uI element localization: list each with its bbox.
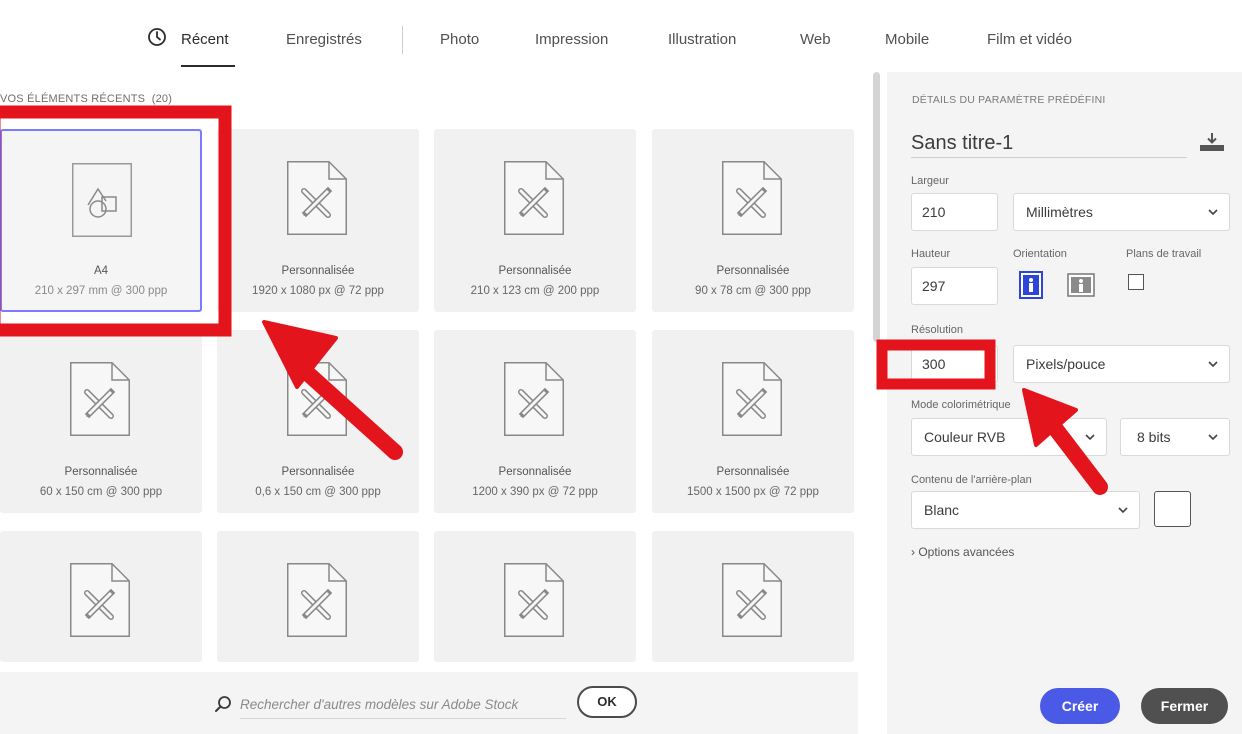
background-label: Contenu de l'arrière-plan — [911, 474, 1032, 486]
width-unit-select[interactable]: Millimètres — [1013, 193, 1230, 231]
landscape-orientation-icon[interactable] — [1067, 271, 1095, 299]
document-custom-icon — [722, 563, 782, 637]
recent-item-label: Personnalisée — [498, 466, 572, 478]
document-custom-icon — [504, 563, 564, 637]
recent-item-card[interactable]: Personnalisée 1500 x 1500 px @ 72 ppp — [652, 330, 854, 513]
recent-item-card[interactable] — [652, 531, 854, 662]
recent-item-dimensions: 0,6 x 150 cm @ 300 ppp — [255, 486, 381, 498]
recent-item-card[interactable] — [217, 531, 419, 662]
tab-film-video[interactable]: Film et vidéo — [987, 31, 1072, 48]
color-mode-select[interactable]: Couleur RVB — [911, 418, 1107, 456]
chevron-right-icon: › — [911, 545, 915, 559]
recent-item-card[interactable]: Personnalisée 1920 x 1080 px @ 72 ppp — [217, 129, 419, 312]
height-input[interactable]: 297 — [911, 267, 998, 305]
stock-search-input[interactable] — [240, 690, 566, 719]
preset-details-title: DÉTAILS DU PARAMÈTRE PRÉDÉFINI — [912, 94, 1106, 106]
tab-saved[interactable]: Enregistrés — [286, 31, 362, 48]
chevron-down-icon — [1208, 361, 1218, 368]
document-custom-icon — [70, 362, 130, 436]
active-tab-indicator — [181, 65, 235, 67]
advanced-options-toggle[interactable]: › Options avancées — [911, 545, 1014, 559]
document-custom-icon — [287, 362, 347, 436]
tab-photo[interactable]: Photo — [440, 31, 479, 48]
document-shapes-icon — [72, 163, 132, 237]
portrait-orientation-icon[interactable] — [1018, 271, 1046, 299]
recent-item-card[interactable]: A4 210 x 297 mm @ 300 ppp — [0, 129, 202, 312]
document-custom-icon — [70, 563, 130, 637]
width-unit-value: Millimètres — [1026, 204, 1093, 220]
color-mode-value: Couleur RVB — [924, 429, 1006, 445]
tab-recent[interactable]: Récent — [181, 31, 229, 48]
document-name-field[interactable] — [911, 129, 1187, 158]
recent-item-dimensions: 1500 x 1500 px @ 72 ppp — [687, 486, 819, 498]
tab-divider — [402, 26, 403, 54]
recent-item-card[interactable]: Personnalisée 90 x 78 cm @ 300 ppp — [652, 129, 854, 312]
document-custom-icon — [722, 161, 782, 235]
orientation-label: Orientation — [1013, 248, 1067, 260]
tab-print[interactable]: Impression — [535, 31, 608, 48]
scrollbar[interactable] — [873, 72, 880, 662]
recent-item-label: Personnalisée — [498, 265, 572, 277]
recent-item-label: Personnalisée — [281, 265, 355, 277]
chevron-down-icon — [1118, 507, 1128, 514]
document-custom-icon — [287, 161, 347, 235]
chevron-down-icon — [1085, 434, 1095, 441]
recent-item-label: A4 — [93, 265, 109, 277]
recent-item-card[interactable] — [434, 531, 636, 662]
resolution-unit-select[interactable]: Pixels/pouce — [1013, 345, 1230, 383]
create-button[interactable]: Créer — [1040, 688, 1120, 724]
chevron-down-icon — [1208, 209, 1218, 216]
resolution-input[interactable]: 300 — [911, 345, 998, 383]
recent-item-card[interactable]: Personnalisée 0,6 x 150 cm @ 300 ppp — [217, 330, 419, 513]
document-custom-icon — [504, 362, 564, 436]
recent-item-label: Personnalisée — [64, 466, 138, 478]
recent-items-count: (20) — [151, 93, 173, 105]
close-button[interactable]: Fermer — [1141, 688, 1228, 724]
color-mode-label: Mode colorimétrique — [911, 399, 1011, 411]
recent-item-dimensions: 210 x 297 mm @ 300 ppp — [34, 285, 168, 297]
template-tabs: Récent Enregistrés Photo Impression Illu… — [0, 0, 1242, 72]
recent-item-card[interactable] — [0, 531, 202, 662]
bit-depth-value: 8 bits — [1137, 429, 1171, 445]
recent-item-dimensions: 210 x 123 cm @ 200 ppp — [470, 285, 600, 297]
resolution-label: Résolution — [911, 324, 963, 336]
ok-button[interactable]: OK — [577, 686, 637, 718]
document-custom-icon — [504, 161, 564, 235]
tab-web[interactable]: Web — [800, 31, 831, 48]
bit-depth-select[interactable]: 8 bits — [1120, 418, 1230, 456]
document-custom-icon — [287, 563, 347, 637]
artboards-checkbox[interactable] — [1128, 274, 1144, 290]
width-label: Largeur — [911, 175, 949, 187]
tab-illustration[interactable]: Illustration — [668, 31, 736, 48]
save-preset-icon[interactable] — [1197, 131, 1227, 153]
background-value: Blanc — [924, 502, 960, 518]
tab-mobile[interactable]: Mobile — [885, 31, 929, 48]
height-label: Hauteur — [911, 248, 951, 260]
recent-item-card[interactable]: Personnalisée 60 x 150 cm @ 300 ppp — [0, 330, 202, 513]
scrollbar-thumb[interactable] — [873, 72, 880, 342]
resolution-unit-value: Pixels/pouce — [1026, 356, 1106, 372]
recent-item-dimensions: 90 x 78 cm @ 300 ppp — [695, 285, 811, 297]
clock-icon — [148, 28, 166, 46]
document-custom-icon — [722, 362, 782, 436]
background-color-swatch[interactable] — [1154, 491, 1191, 527]
background-select[interactable]: Blanc — [911, 491, 1140, 529]
recent-item-card[interactable]: Personnalisée 210 x 123 cm @ 200 ppp — [434, 129, 636, 312]
recent-item-dimensions: 60 x 150 cm @ 300 ppp — [39, 486, 163, 498]
recent-item-label: Personnalisée — [281, 466, 355, 478]
recent-item-dimensions: 1200 x 390 px @ 72 ppp — [472, 486, 598, 498]
width-input[interactable]: 210 — [911, 193, 998, 231]
recent-item-label: Personnalisée — [716, 466, 790, 478]
search-icon — [215, 696, 231, 712]
recent-item-card[interactable]: Personnalisée 1200 x 390 px @ 72 ppp — [434, 330, 636, 513]
recent-item-dimensions: 1920 x 1080 px @ 72 ppp — [252, 285, 384, 297]
recent-item-label: Personnalisée — [716, 265, 790, 277]
advanced-options-label: Options avancées — [918, 545, 1015, 559]
recent-items-title: VOS ÉLÉMENTS RÉCENTS (20) — [0, 93, 172, 105]
recent-items-heading: VOS ÉLÉMENTS RÉCENTS — [0, 93, 146, 105]
artboards-label: Plans de travail — [1126, 248, 1202, 260]
chevron-down-icon — [1208, 434, 1218, 441]
